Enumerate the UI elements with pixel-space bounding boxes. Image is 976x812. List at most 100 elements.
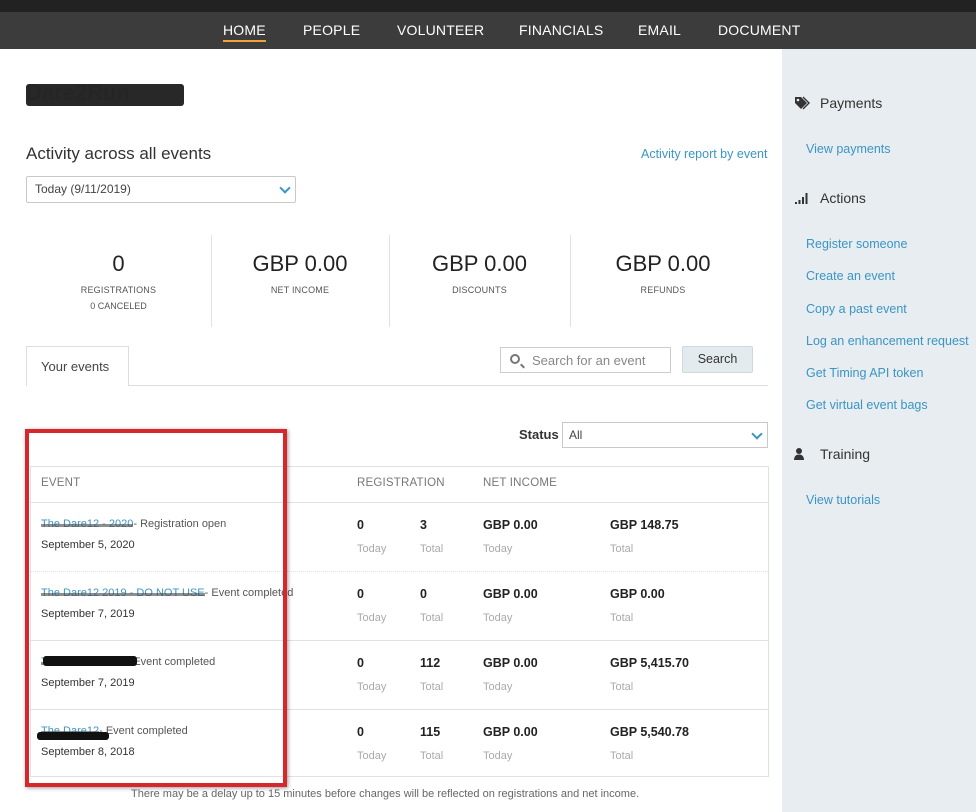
reg-today-caption: Today [357, 750, 387, 762]
income-total: GBP 5,540.78 [610, 725, 689, 739]
income-today-caption: Today [483, 750, 513, 762]
sidebar-heading-actions-label: Actions [820, 190, 866, 206]
event-date: September 8, 2018 [41, 746, 135, 758]
org-title-text: Dare2Run [26, 80, 130, 105]
reg-total-caption: Total [420, 612, 444, 624]
signal-bars-icon [795, 193, 808, 204]
income-total-caption: Total [610, 612, 634, 624]
event-name-cell: The Dare12 2019 - DO NOT USE- Event comp… [41, 587, 293, 599]
sidebar-link-view-payments[interactable]: View payments [806, 142, 891, 156]
date-filter-select[interactable]: Today (9/11/2019) [26, 176, 296, 203]
chevron-down-icon [751, 428, 763, 440]
stat-net-income-value: GBP 0.00 [252, 251, 348, 276]
event-search-input[interactable]: Search for an event [500, 347, 671, 373]
nav-people[interactable]: PEOPLE [303, 22, 360, 38]
income-today-caption: Today [483, 612, 513, 624]
event-status: - Registration open [133, 518, 227, 530]
status-select-value: All [569, 428, 583, 442]
chevron-down-icon [279, 182, 291, 194]
stat-registrations-canceled: 0 CANCELED [90, 301, 147, 311]
table-row: The Dare12 2019 - DO NOT USE- Event comp… [31, 571, 768, 640]
stat-discounts: GBP 0.00 DISCOUNTS [389, 235, 570, 327]
income-total-caption: Total [610, 681, 634, 693]
reg-today: 0 [357, 725, 364, 739]
event-link[interactable]: The Dare12 2019 - DO NOT USE [41, 587, 205, 599]
event-name-cell: The Dare12 - 2020- Registration open [41, 518, 226, 530]
reg-total: 0 [420, 587, 427, 601]
nav-financials[interactable]: FINANCIALS [519, 22, 603, 38]
activity-title: Activity across all events [26, 144, 212, 163]
redaction-mark [43, 656, 137, 666]
stat-registrations-label: REGISTRATIONS [80, 285, 157, 295]
reg-today-caption: Today [357, 543, 387, 555]
search-icon [510, 354, 520, 364]
stat-refunds-value: GBP 0.00 [615, 251, 711, 276]
income-total: GBP 5,415.70 [610, 656, 689, 670]
income-today-caption: Today [483, 543, 513, 555]
stat-refunds: GBP 0.00 REFUNDS [570, 235, 756, 327]
stat-net-income: GBP 0.00 NET INCOME [211, 235, 389, 327]
income-today: GBP 0.00 [483, 587, 538, 601]
reg-total: 115 [420, 725, 441, 739]
event-date: September 7, 2019 [41, 677, 135, 689]
event-link[interactable]: The Dare12 - 2020 [41, 518, 134, 530]
reg-today: 0 [357, 656, 364, 670]
event-status: - Event completed [99, 725, 188, 737]
income-total: GBP 0.00 [610, 587, 665, 601]
top-nav: HOME PEOPLE VOLUNTEER FINANCIALS EMAIL D… [0, 12, 976, 49]
delay-footnote: There may be a delay up to 15 minutes be… [131, 788, 640, 800]
table-row: The Dare12 - 2020- Registration open Sep… [31, 502, 768, 571]
activity-report-link[interactable]: Activity report by event [641, 147, 767, 161]
income-total-caption: Total [610, 543, 634, 555]
nav-document[interactable]: DOCUMENT [718, 22, 800, 38]
nav-email[interactable]: EMAIL [638, 22, 681, 38]
income-total-caption: Total [610, 750, 634, 762]
redaction-mark [37, 732, 109, 740]
stat-registrations: 0 REGISTRATIONS 0 CANCELED [26, 235, 211, 327]
right-sidebar: Payments View payments Actions Register … [782, 49, 976, 812]
income-today-caption: Today [483, 681, 513, 693]
top-strip [0, 0, 976, 12]
event-date: September 5, 2020 [41, 539, 135, 551]
column-header-net-income: NET INCOME [483, 477, 557, 489]
tab-divider [129, 385, 768, 386]
sidebar-heading-actions: Actions [794, 190, 866, 206]
stat-net-income-label: NET INCOME [270, 285, 330, 295]
reg-total-caption: Total [420, 681, 444, 693]
sidebar-link-register-someone[interactable]: Register someone [806, 237, 907, 251]
sidebar-link-copy-past-event[interactable]: Copy a past event [806, 302, 907, 316]
status-select[interactable]: All [562, 422, 768, 448]
sidebar-link-create-event[interactable]: Create an event [806, 269, 895, 283]
reg-today-caption: Today [357, 681, 387, 693]
events-table: EVENT REGISTRATION NET INCOME The Dare12… [30, 466, 769, 777]
sidebar-heading-training-label: Training [820, 446, 871, 462]
event-date: September 7, 2019 [41, 608, 135, 620]
nav-home[interactable]: HOME [223, 22, 266, 42]
sidebar-heading-training: Training [794, 446, 870, 462]
stat-refunds-label: REFUNDS [640, 285, 686, 295]
table-row: The Dare12- Event completed September 8,… [31, 709, 768, 778]
status-label: Status [519, 427, 559, 442]
search-button[interactable]: Search [682, 346, 753, 373]
income-today: GBP 0.00 [483, 518, 538, 532]
income-total: GBP 148.75 [610, 518, 679, 532]
sidebar-heading-payments-label: Payments [820, 95, 883, 111]
table-row: The Dare12 2019- Event completed Septemb… [31, 640, 768, 709]
sidebar-link-view-tutorials[interactable]: View tutorials [806, 493, 880, 507]
date-filter-value: Today (9/11/2019) [35, 182, 131, 196]
tab-your-events[interactable]: Your events [26, 346, 129, 386]
reg-today: 0 [357, 518, 364, 532]
user-icon [794, 448, 804, 460]
income-today: GBP 0.00 [483, 656, 538, 670]
event-status: - Event completed [204, 587, 294, 599]
sidebar-link-virtual-event-bags[interactable]: Get virtual event bags [806, 398, 928, 412]
sidebar-link-enhancement-request[interactable]: Log an enhancement request [806, 334, 969, 348]
sidebar-link-timing-api-token[interactable]: Get Timing API token [806, 366, 923, 380]
tags-icon [795, 96, 810, 110]
nav-volunteer[interactable]: VOLUNTEER [397, 22, 484, 38]
reg-today: 0 [357, 587, 364, 601]
reg-total: 112 [420, 656, 441, 670]
org-title: Dare2Run [26, 80, 184, 108]
stat-discounts-label: DISCOUNTS [452, 285, 507, 295]
income-today: GBP 0.00 [483, 725, 538, 739]
